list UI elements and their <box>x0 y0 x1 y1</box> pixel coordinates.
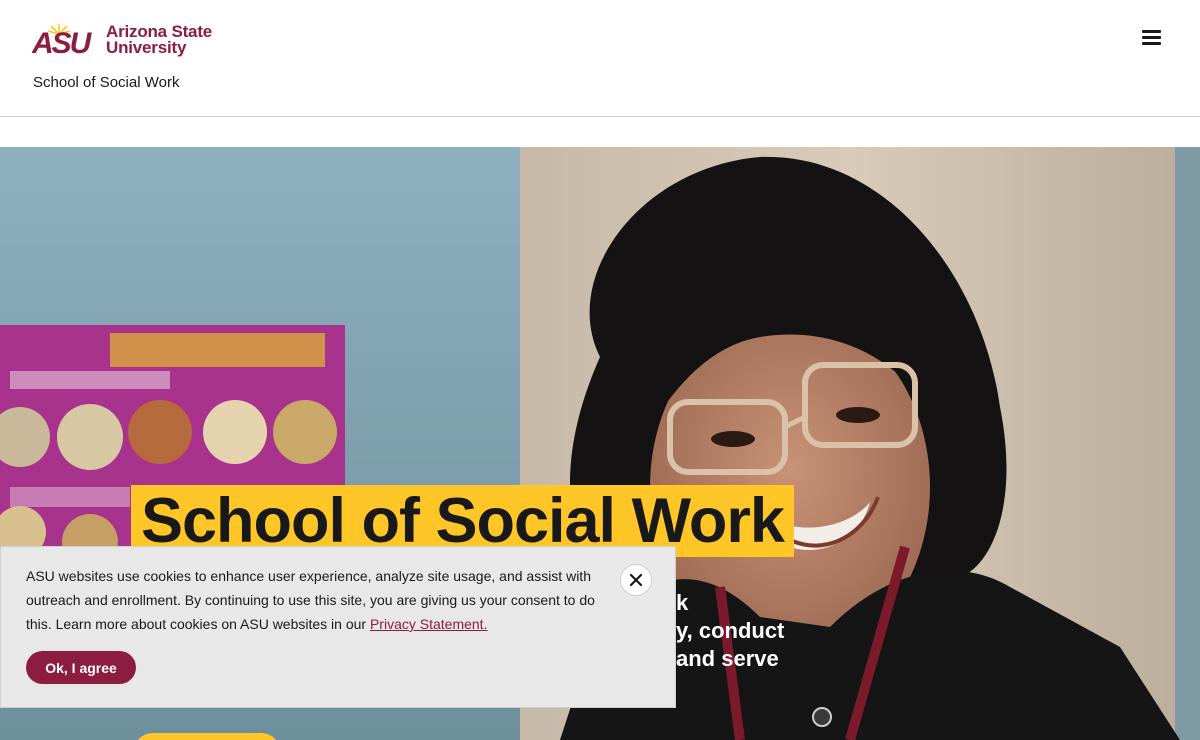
privacy-statement-link[interactable]: Privacy Statement. <box>370 616 488 632</box>
hamburger-menu-icon[interactable] <box>1142 29 1162 47</box>
site-header: ASU Arizona State University School of S… <box>0 0 1200 117</box>
cookie-consent-banner: ASU websites use cookies to enhance user… <box>0 546 676 708</box>
hero-line-1: k <box>676 590 689 615</box>
close-x-glyph <box>630 574 642 586</box>
asu-logo[interactable]: ASU Arizona State University <box>32 22 212 58</box>
hero-cta-button[interactable] <box>133 733 281 740</box>
hero-line-3: and serve <box>676 646 779 671</box>
asu-logo-mark: ASU <box>32 24 95 56</box>
hero-description: k y, conduct and serve <box>676 589 784 673</box>
site-name[interactable]: School of Social Work <box>33 74 179 91</box>
ok-i-agree-button[interactable]: Ok, I agree <box>26 651 136 684</box>
close-icon[interactable] <box>620 564 652 596</box>
logo-line-2: University <box>106 38 187 57</box>
svg-text:ASU: ASU <box>32 27 93 56</box>
cookie-message: ASU websites use cookies to enhance user… <box>26 568 595 632</box>
asu-logo-text: Arizona State University <box>106 23 212 57</box>
hero-line-2: y, conduct <box>676 618 785 643</box>
